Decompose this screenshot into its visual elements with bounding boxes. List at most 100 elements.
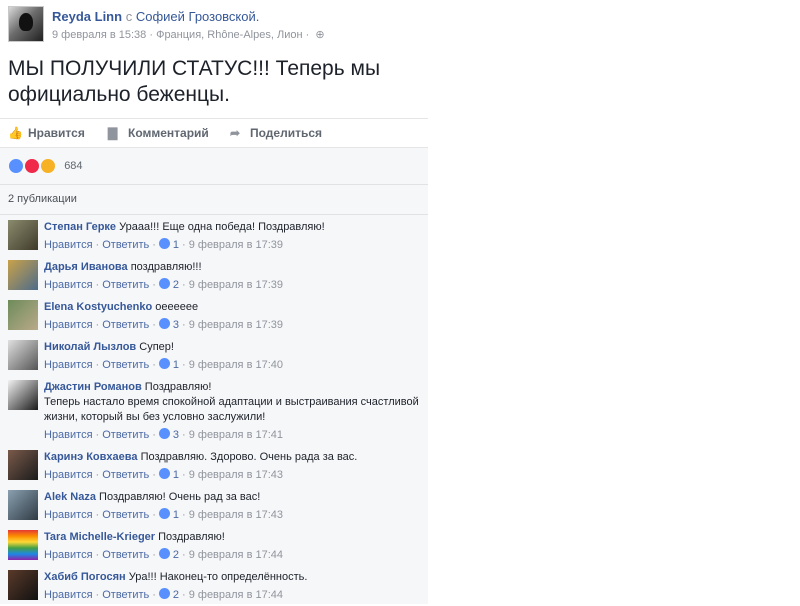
dot-separator: ·	[95, 239, 100, 251]
comment-reply-link[interactable]: Ответить	[102, 549, 149, 561]
wow-reaction-icon	[40, 158, 57, 174]
commenter-avatar[interactable]	[8, 300, 38, 330]
comment-time[interactable]: 9 февраля в 17:39	[189, 239, 283, 251]
comment-like-count[interactable]: 2	[173, 589, 179, 601]
dot-separator: ·	[152, 469, 156, 481]
comment-like-link[interactable]: Нравится	[44, 429, 93, 441]
commenter-name[interactable]: Николай Лызлов	[44, 341, 136, 353]
post-timestamp[interactable]: 9 февраля в 15:38	[52, 29, 146, 41]
comment-time[interactable]: 9 февраля в 17:44	[189, 549, 283, 561]
globe-icon[interactable]: ⊕	[315, 29, 324, 41]
comment-text: оееееее	[155, 301, 199, 313]
shares-link[interactable]: 2 публикации	[8, 193, 77, 205]
comment-like-count[interactable]: 2	[173, 279, 179, 291]
comment-like-count[interactable]: 2	[173, 549, 179, 561]
like-badge-icon	[158, 318, 170, 329]
dot-separator: ·	[95, 319, 100, 331]
comment-like-count[interactable]: 3	[173, 429, 179, 441]
commenter-avatar[interactable]	[8, 490, 38, 520]
like-badge-icon	[158, 278, 170, 289]
comment-like-count[interactable]: 1	[173, 469, 179, 481]
comment-text: Ура!!! Наконец-то определённость.	[128, 571, 308, 583]
comment-text: Урааа!!! Еще одна победа! Поздравляю!	[119, 221, 325, 233]
comment-text: Поздравляю!	[144, 381, 212, 393]
dot-separator: ·	[95, 279, 100, 291]
comment-actions: Нравится · Ответить · 1 · 9 февраля в 17:40	[44, 358, 283, 371]
comment-body: Джастин Романов Поздравляю! Теперь наста…	[44, 380, 434, 425]
dot-separator: ·	[95, 359, 100, 371]
share-button[interactable]: ➦ Поделиться	[230, 126, 322, 140]
comment-actions: Нравится · Ответить · 3 · 9 февраля в 17:41	[44, 428, 283, 441]
post-meta: 9 февраля в 15:38 · Франция, Rhône-Alpes…	[52, 28, 325, 41]
comment-time[interactable]: 9 февраля в 17:39	[189, 319, 283, 331]
comment-text: Поздравляю!	[158, 531, 225, 543]
commenter-avatar[interactable]	[8, 570, 38, 600]
commenter-name[interactable]: Хабиб Погосян	[44, 571, 126, 583]
meta-dot: ·	[149, 29, 154, 41]
dot-separator: ·	[152, 279, 156, 291]
comment-like-count[interactable]: 1	[173, 509, 179, 521]
tagged-person[interactable]: Софией Грозовской.	[136, 9, 260, 24]
comment-like-count[interactable]: 1	[173, 359, 179, 371]
comment-like-link[interactable]: Нравится	[44, 319, 93, 331]
post-location[interactable]: Франция, Rhône-Alpes, Лион	[156, 29, 302, 41]
commenter-avatar[interactable]	[8, 380, 38, 410]
like-badge-icon	[158, 548, 170, 559]
dot-separator: ·	[152, 589, 156, 601]
dot-separator: ·	[95, 429, 100, 441]
comment-time[interactable]: 9 февраля в 17:43	[189, 469, 283, 481]
author-name[interactable]: Reyda Linn	[52, 9, 122, 24]
commenter-avatar[interactable]	[8, 220, 38, 250]
comment-reply-link[interactable]: Ответить	[102, 589, 149, 601]
comment-like-link[interactable]: Нравится	[44, 359, 93, 371]
commenter-name[interactable]: Степан Герке	[44, 221, 116, 233]
commenter-name[interactable]: Alek Naza	[44, 491, 96, 503]
comment-time[interactable]: 9 февраля в 17:43	[189, 509, 283, 521]
reactions-summary[interactable]: 684	[8, 158, 83, 174]
comment-body: Каринэ Ковхаева Поздравляю. Здорово. Оче…	[44, 450, 434, 465]
like-badge-icon	[158, 358, 170, 369]
comment-time[interactable]: 9 февраля в 17:44	[189, 589, 283, 601]
comment-button[interactable]: ▇ Комментарий	[108, 126, 209, 140]
comment-reply-link[interactable]: Ответить	[102, 319, 149, 331]
commenter-avatar[interactable]	[8, 530, 38, 560]
dot-separator: ·	[182, 429, 186, 441]
reaction-count: 684	[64, 160, 83, 172]
dot-separator: ·	[182, 319, 186, 331]
comment-like-count[interactable]: 1	[173, 239, 179, 251]
comment-reply-link[interactable]: Ответить	[102, 279, 149, 291]
commenter-name[interactable]: Tara Michelle-Krieger	[44, 531, 155, 543]
comment-reply-link[interactable]: Ответить	[102, 469, 149, 481]
comment-like-link[interactable]: Нравится	[44, 239, 93, 251]
comment-actions: Нравится · Ответить · 2 · 9 февраля в 17:44	[44, 548, 283, 561]
comment-reply-link[interactable]: Ответить	[102, 429, 149, 441]
author-avatar[interactable]	[8, 6, 44, 42]
comment-body: Alek Naza Поздравляю! Очень рад за вас!	[44, 490, 434, 505]
comment-like-link[interactable]: Нравится	[44, 589, 93, 601]
commenter-name[interactable]: Джастин Романов	[44, 381, 142, 393]
comment-text-continued: Теперь настало время спокойной адаптации…	[44, 396, 419, 423]
comment-reply-link[interactable]: Ответить	[102, 509, 149, 521]
commenter-avatar[interactable]	[8, 450, 38, 480]
dot-separator: ·	[95, 509, 100, 521]
comment-like-link[interactable]: Нравится	[44, 279, 93, 291]
commenter-avatar[interactable]	[8, 340, 38, 370]
comment-like-link[interactable]: Нравится	[44, 509, 93, 521]
comment-icon: ▇	[108, 126, 118, 140]
commenter-name[interactable]: Каринэ Ковхаева	[44, 451, 138, 463]
comment-time[interactable]: 9 февраля в 17:40	[189, 359, 283, 371]
dot-separator: ·	[152, 549, 156, 561]
dot-separator: ·	[95, 469, 100, 481]
comment-reply-link[interactable]: Ответить	[102, 239, 149, 251]
like-button[interactable]: 👍 Нравится	[8, 126, 85, 140]
comment-time[interactable]: 9 февраля в 17:39	[189, 279, 283, 291]
comment-time[interactable]: 9 февраля в 17:41	[189, 429, 283, 441]
commenter-name[interactable]: Дарья Иванова	[44, 261, 128, 273]
dot-separator: ·	[95, 589, 100, 601]
comment-like-count[interactable]: 3	[173, 319, 179, 331]
commenter-name[interactable]: Elena Kostyuchenko	[44, 301, 152, 313]
comment-like-link[interactable]: Нравится	[44, 469, 93, 481]
comment-reply-link[interactable]: Ответить	[102, 359, 149, 371]
commenter-avatar[interactable]	[8, 260, 38, 290]
comment-like-link[interactable]: Нравится	[44, 549, 93, 561]
